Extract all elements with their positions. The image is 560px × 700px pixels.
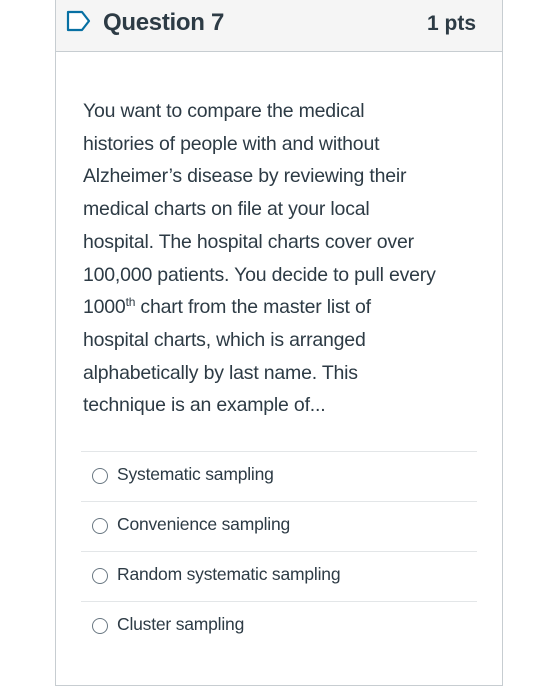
ordinal-number: 1000 <box>83 296 126 319</box>
answer-option-convenience[interactable]: Convenience sampling <box>81 501 477 551</box>
question-text-line: medical charts on file at your local <box>83 198 370 221</box>
question-text-line: hospital charts, which is arranged <box>83 328 366 351</box>
question-text-fragment: chart from the master list of <box>135 296 371 319</box>
answer-label[interactable]: Cluster sampling <box>117 614 244 635</box>
question-text-line: histories of people with and without <box>83 132 380 155</box>
question-points: 1 pts <box>426 12 476 35</box>
flag-question-icon[interactable] <box>66 10 92 32</box>
radio-unselected-icon[interactable] <box>92 518 108 534</box>
question-text-line: technique is an example of... <box>83 394 326 417</box>
question-text-line: 1000th chart from the master list of <box>83 291 483 324</box>
answer-label[interactable]: Systematic sampling <box>117 464 274 485</box>
question-text-line: 100,000 patients. You decide to pull eve… <box>83 263 436 286</box>
answer-label[interactable]: Convenience sampling <box>117 514 290 535</box>
radio-unselected-icon[interactable] <box>92 568 108 584</box>
question-text-line: alphabetically by last name. This <box>83 361 358 384</box>
question-text-line: You want to compare the medical <box>83 100 365 122</box>
answer-list: Systematic sampling Convenience sampling… <box>81 451 477 651</box>
question-card: Question 7 1 pts You want to compare the… <box>55 0 503 686</box>
question-header: Question 7 1 pts <box>56 0 502 52</box>
answer-option-systematic[interactable]: Systematic sampling <box>81 451 477 501</box>
ordinal-suffix: th <box>125 295 136 310</box>
answer-option-random-systematic[interactable]: Random systematic sampling <box>81 551 477 601</box>
question-text-line: Alzheimer’s disease by reviewing their <box>83 165 407 188</box>
radio-unselected-icon[interactable] <box>92 468 108 484</box>
question-text: You want to compare the medical historie… <box>83 95 483 422</box>
question-title: Question 7 <box>103 9 225 36</box>
answer-label[interactable]: Random systematic sampling <box>117 564 341 585</box>
question-text-line: hospital. The hospital charts cover over <box>83 230 414 253</box>
radio-unselected-icon[interactable] <box>92 618 108 634</box>
answer-option-cluster[interactable]: Cluster sampling <box>81 601 477 651</box>
